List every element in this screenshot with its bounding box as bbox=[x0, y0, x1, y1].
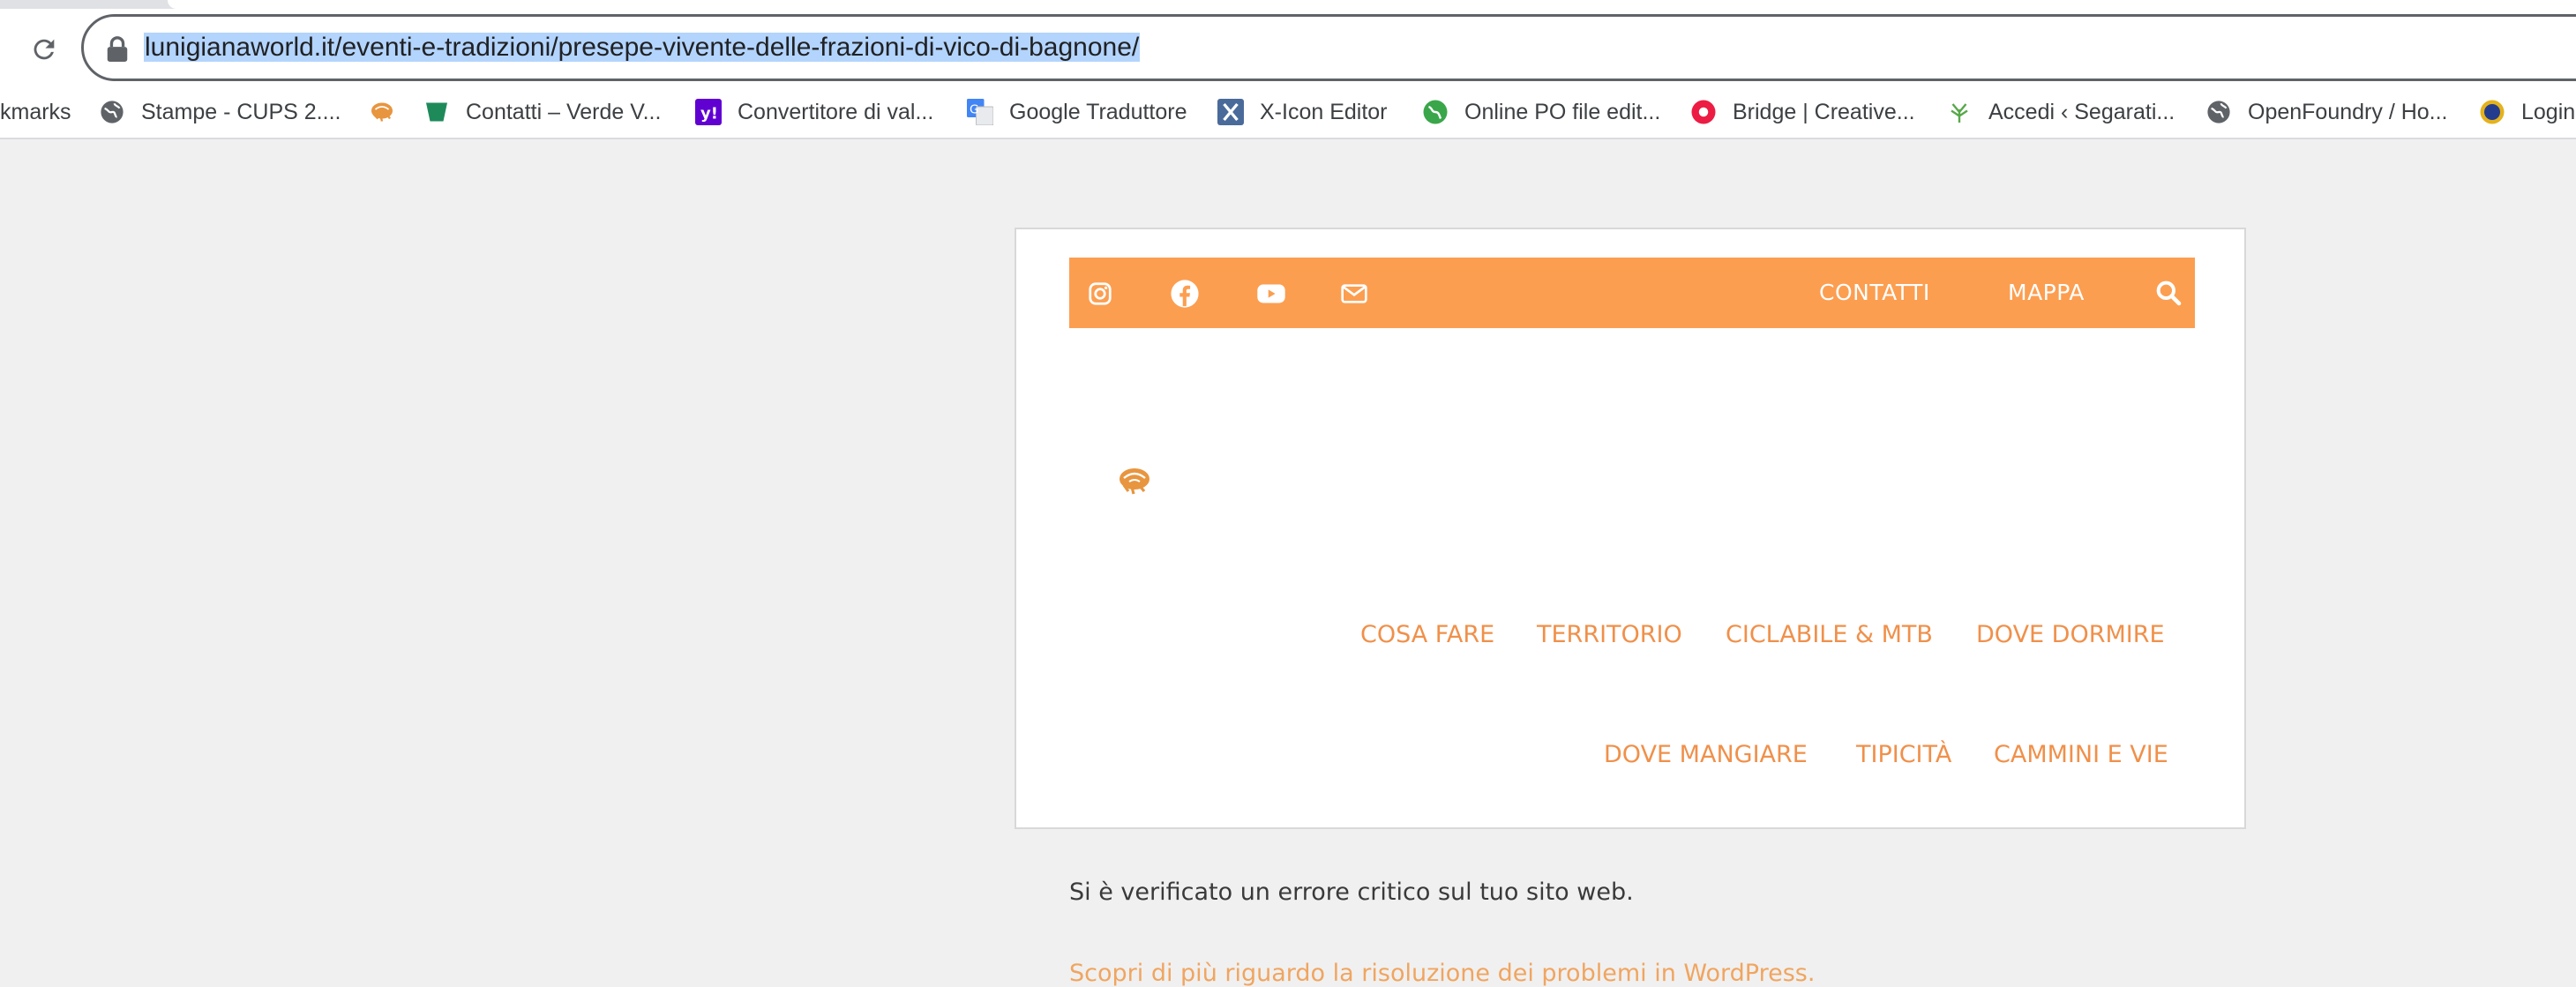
google-translate-icon: G bbox=[967, 99, 993, 125]
bookmarks-bar: kmarks Stampe - CUPS 2.... Contatti – Ve… bbox=[0, 86, 2576, 139]
nav-dove-mangiare[interactable]: DOVE MANGIARE bbox=[1604, 737, 1808, 773]
active-tab[interactable] bbox=[168, 0, 2576, 9]
address-bar[interactable]: lunigianaworld.it/eventi-e-tradizioni/pr… bbox=[81, 14, 2576, 81]
green-globe-icon bbox=[1422, 99, 1449, 125]
nav-dove-dormire[interactable]: DOVE DORMIRE bbox=[1976, 617, 2165, 653]
wordpress-help-link[interactable]: Scopri di più riguardo la risoluzione de… bbox=[1069, 960, 1815, 987]
bookmark-item[interactable]: Accedi ‹ Segarati... bbox=[1946, 86, 2175, 138]
svg-text:y!: y! bbox=[700, 105, 718, 123]
lions-icon bbox=[2479, 99, 2505, 125]
tab-strip bbox=[0, 0, 2576, 9]
bookmark-item[interactable]: kmarks bbox=[0, 86, 71, 138]
facebook-icon[interactable] bbox=[1170, 279, 1200, 309]
bookmark-item[interactable]: G Google Traduttore bbox=[967, 86, 1187, 138]
bookmark-item[interactable]: Login bbox=[2479, 86, 2575, 138]
site-logo-icon[interactable] bbox=[1117, 464, 1152, 499]
bookmark-item[interactable]: Stampe - CUPS 2.... bbox=[99, 86, 341, 138]
top-bar: CONTATTI MAPPA bbox=[1069, 258, 2195, 328]
page-container: CONTATTI MAPPA COSA FARE TERRITORIO CICL… bbox=[1015, 228, 2246, 987]
bookmark-item[interactable]: Bridge | Creative... bbox=[1690, 86, 1915, 138]
bookmark-item[interactable] bbox=[369, 86, 411, 138]
yahoo-icon: y! bbox=[695, 99, 722, 125]
nav-territorio[interactable]: TERRITORIO bbox=[1537, 617, 1682, 653]
topnav-contatti[interactable]: CONTATTI bbox=[1819, 258, 1930, 328]
reload-icon[interactable] bbox=[23, 28, 65, 71]
nav-tipicita[interactable]: TIPICITÀ bbox=[1856, 737, 1951, 773]
svg-text:G: G bbox=[970, 103, 978, 117]
bookmark-item[interactable]: OpenFoundry / Ho... bbox=[2205, 86, 2448, 138]
globe-icon bbox=[2205, 99, 2232, 125]
search-icon[interactable] bbox=[2154, 279, 2184, 309]
bookmark-item[interactable]: X-Icon Editor bbox=[1217, 86, 1388, 138]
bookmark-item[interactable]: y! Convertitore di val... bbox=[695, 86, 933, 138]
nav-cosa-fare[interactable]: COSA FARE bbox=[1360, 617, 1494, 653]
tree-icon bbox=[1946, 99, 1973, 125]
bookmark-item[interactable]: Online PO file edit... bbox=[1422, 86, 1660, 138]
globe-icon bbox=[99, 99, 125, 125]
url-text[interactable]: lunigianaworld.it/eventi-e-tradizioni/pr… bbox=[144, 28, 1141, 67]
mail-icon[interactable] bbox=[1339, 279, 1369, 309]
lunigiana-favicon-icon bbox=[369, 99, 395, 125]
error-message: Si è verificato un errore critico sul tu… bbox=[1069, 879, 1634, 906]
x-icon-editor-icon bbox=[1217, 99, 1244, 125]
instagram-icon[interactable] bbox=[1085, 279, 1115, 309]
browser-toolbar: lunigianaworld.it/eventi-e-tradizioni/pr… bbox=[0, 9, 2576, 86]
nav-ciclabile-mtb[interactable]: CICLABILE & MTB bbox=[1726, 617, 1933, 653]
lock-icon[interactable] bbox=[105, 35, 130, 62]
nav-cammini-e-vie[interactable]: CAMMINI E VIE bbox=[1994, 737, 2168, 773]
bookmark-item[interactable]: Contatti – Verde V... bbox=[423, 86, 661, 138]
red-circle-icon bbox=[1690, 99, 1717, 125]
youtube-icon[interactable] bbox=[1256, 279, 1286, 309]
green-shield-icon bbox=[423, 99, 450, 125]
topnav-mappa[interactable]: MAPPA bbox=[2008, 258, 2085, 328]
